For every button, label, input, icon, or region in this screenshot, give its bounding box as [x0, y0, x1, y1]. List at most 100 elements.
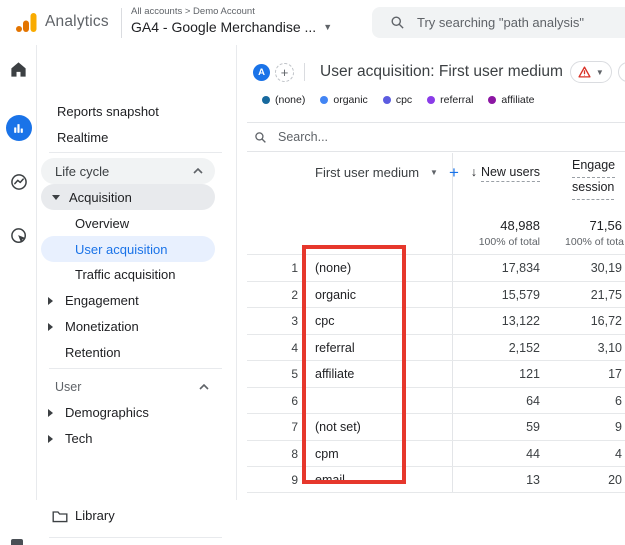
- metric-header-engaged-sessions[interactable]: Engage session: [572, 156, 616, 200]
- metric-header-new-users[interactable]: ↓ New users: [471, 165, 540, 182]
- dimension-header[interactable]: First user medium ▼ +: [315, 164, 459, 181]
- sidebar-item-label: Library: [75, 508, 115, 523]
- row-dimension: email: [315, 473, 345, 487]
- sidebar-item-user-acquisition[interactable]: User acquisition: [41, 236, 215, 262]
- advertising-icon[interactable]: [0, 226, 37, 246]
- data-quality-button[interactable]: ▼: [569, 61, 612, 83]
- row-dimension: organic: [315, 287, 356, 302]
- legend-label: (none): [275, 94, 306, 106]
- dimension-header-label: First user medium: [315, 165, 420, 180]
- sidebar-item-engagement[interactable]: Engagement: [48, 288, 139, 314]
- legend-dot: [488, 96, 497, 104]
- table-search[interactable]: Search...: [247, 123, 625, 152]
- row-index: 1: [291, 261, 298, 275]
- comparison-chip-all-users[interactable]: A: [253, 63, 270, 81]
- legend-label: affiliate: [501, 94, 535, 106]
- row-dimension: (not set): [315, 420, 361, 434]
- row-index: 9: [291, 473, 298, 487]
- row-index: 4: [291, 340, 298, 355]
- total-new-users-caption: 100% of total: [478, 236, 540, 248]
- caret-down-icon: [52, 194, 60, 200]
- table-row[interactable]: 6 64 6: [247, 386, 625, 414]
- legend-dot: [320, 96, 329, 104]
- row-index: 6: [291, 393, 298, 408]
- add-dimension-button[interactable]: +: [449, 164, 459, 181]
- table-row[interactable]: 3 cpc 13,122 16,72: [247, 307, 625, 334]
- add-comparison-button[interactable]: +: [275, 62, 294, 82]
- breadcrumb[interactable]: All accounts > Demo Account: [131, 6, 255, 17]
- sidebar-item-label: Acquisition: [69, 189, 132, 205]
- arrow-right-icon: [48, 435, 53, 443]
- sidebar-item-reports-snapshot[interactable]: Reports snapshot: [57, 99, 159, 125]
- row-index: 8: [291, 446, 298, 461]
- topbar-divider: [121, 8, 122, 38]
- sidebar-item-label: Tech: [65, 431, 93, 446]
- warning-icon: [578, 66, 591, 78]
- table-row[interactable]: 9 email 13 20: [247, 466, 625, 493]
- sort-desc-icon: ↓: [470, 165, 477, 179]
- table-row[interactable]: 8 cpm 44 4: [247, 439, 625, 467]
- sidebar-divider: [49, 368, 222, 369]
- sidebar-item-tech[interactable]: Tech: [48, 426, 93, 452]
- row-new-users: 17,834: [501, 261, 540, 275]
- table-row[interactable]: 5 affiliate 121 17: [247, 360, 625, 387]
- sidebar-item-library[interactable]: Library: [52, 503, 115, 529]
- section-label: User: [55, 380, 82, 394]
- search-placeholder: Try searching "path analysis": [417, 15, 584, 30]
- table-search-placeholder: Search...: [278, 130, 329, 144]
- row-dimension: referral: [315, 340, 355, 355]
- row-new-users: 15,579: [501, 287, 540, 302]
- row-dimension: cpc: [315, 314, 335, 328]
- legend-item[interactable]: referral: [427, 94, 473, 106]
- row-engaged-sessions: 20: [608, 473, 622, 487]
- explore-icon[interactable]: [0, 172, 37, 192]
- row-engaged-sessions: 21,75: [590, 287, 622, 302]
- share-button-partial[interactable]: [617, 62, 625, 82]
- row-engaged-sessions: 6: [615, 393, 622, 408]
- main-content: A + User acquisition: First user medium …: [237, 45, 625, 500]
- table-row[interactable]: 4 referral 2,152 3,10: [247, 333, 625, 361]
- legend-item[interactable]: affiliate: [488, 94, 535, 106]
- chart-legend: (none) organic cpc referral affiliate: [262, 94, 535, 106]
- legend-item[interactable]: (none): [262, 94, 305, 106]
- legend-item[interactable]: cpc: [382, 94, 412, 106]
- reports-active-chip: [5, 115, 32, 141]
- table-row[interactable]: 7 (not set) 59 9: [247, 413, 625, 440]
- chevron-up-icon: [199, 384, 209, 390]
- legend-label: referral: [440, 94, 474, 106]
- section-label: Life cycle: [55, 163, 110, 179]
- table-row[interactable]: 1 (none) 17,834 30,19: [247, 254, 625, 281]
- sidebar-item-overview[interactable]: Overview: [75, 211, 129, 237]
- sidebar-section-user[interactable]: User: [55, 374, 219, 400]
- search-icon: [391, 16, 404, 29]
- folder-icon: [52, 511, 68, 523]
- legend-item[interactable]: organic: [320, 94, 368, 106]
- rail-partial-icon[interactable]: [11, 539, 23, 545]
- sidebar-item-acquisition[interactable]: Acquisition: [41, 184, 215, 210]
- arrow-right-icon: [48, 297, 53, 305]
- product-name: Analytics: [45, 13, 109, 30]
- total-engaged-sessions: 71,56: [589, 218, 622, 233]
- chevron-down-icon: ▼: [430, 168, 438, 177]
- reports-icon[interactable]: [0, 115, 37, 141]
- sidebar-section-life-cycle[interactable]: Life cycle: [41, 158, 215, 184]
- table-row[interactable]: 2 organic 15,579 21,75: [247, 280, 625, 308]
- metric-header-label-line1: Engage: [572, 156, 616, 178]
- sidebar-item-demographics[interactable]: Demographics: [48, 400, 149, 426]
- arrow-right-icon: [48, 409, 53, 417]
- row-new-users: 59: [526, 420, 540, 434]
- report-nav-sidebar: Reports snapshot Realtime Life cycle Acq…: [37, 45, 237, 538]
- sidebar-divider: [49, 537, 222, 538]
- global-search[interactable]: Try searching "path analysis": [372, 7, 625, 38]
- row-index: 2: [291, 287, 298, 302]
- home-icon[interactable]: [0, 60, 37, 79]
- sidebar-item-monetization[interactable]: Monetization: [48, 314, 139, 340]
- sidebar-item-traffic-acquisition[interactable]: Traffic acquisition: [75, 262, 175, 288]
- page-title: User acquisition: First user medium: [320, 63, 563, 80]
- row-dimension: affiliate: [315, 367, 355, 381]
- sidebar-item-realtime[interactable]: Realtime: [57, 125, 108, 151]
- property-selector[interactable]: GA4 - Google Merchandise ... ▼: [131, 19, 332, 35]
- row-index: 7: [291, 420, 298, 434]
- table-totals-row: 48,988 100% of total 71,56 100% of tota: [247, 197, 625, 254]
- sidebar-item-retention[interactable]: Retention: [65, 340, 121, 366]
